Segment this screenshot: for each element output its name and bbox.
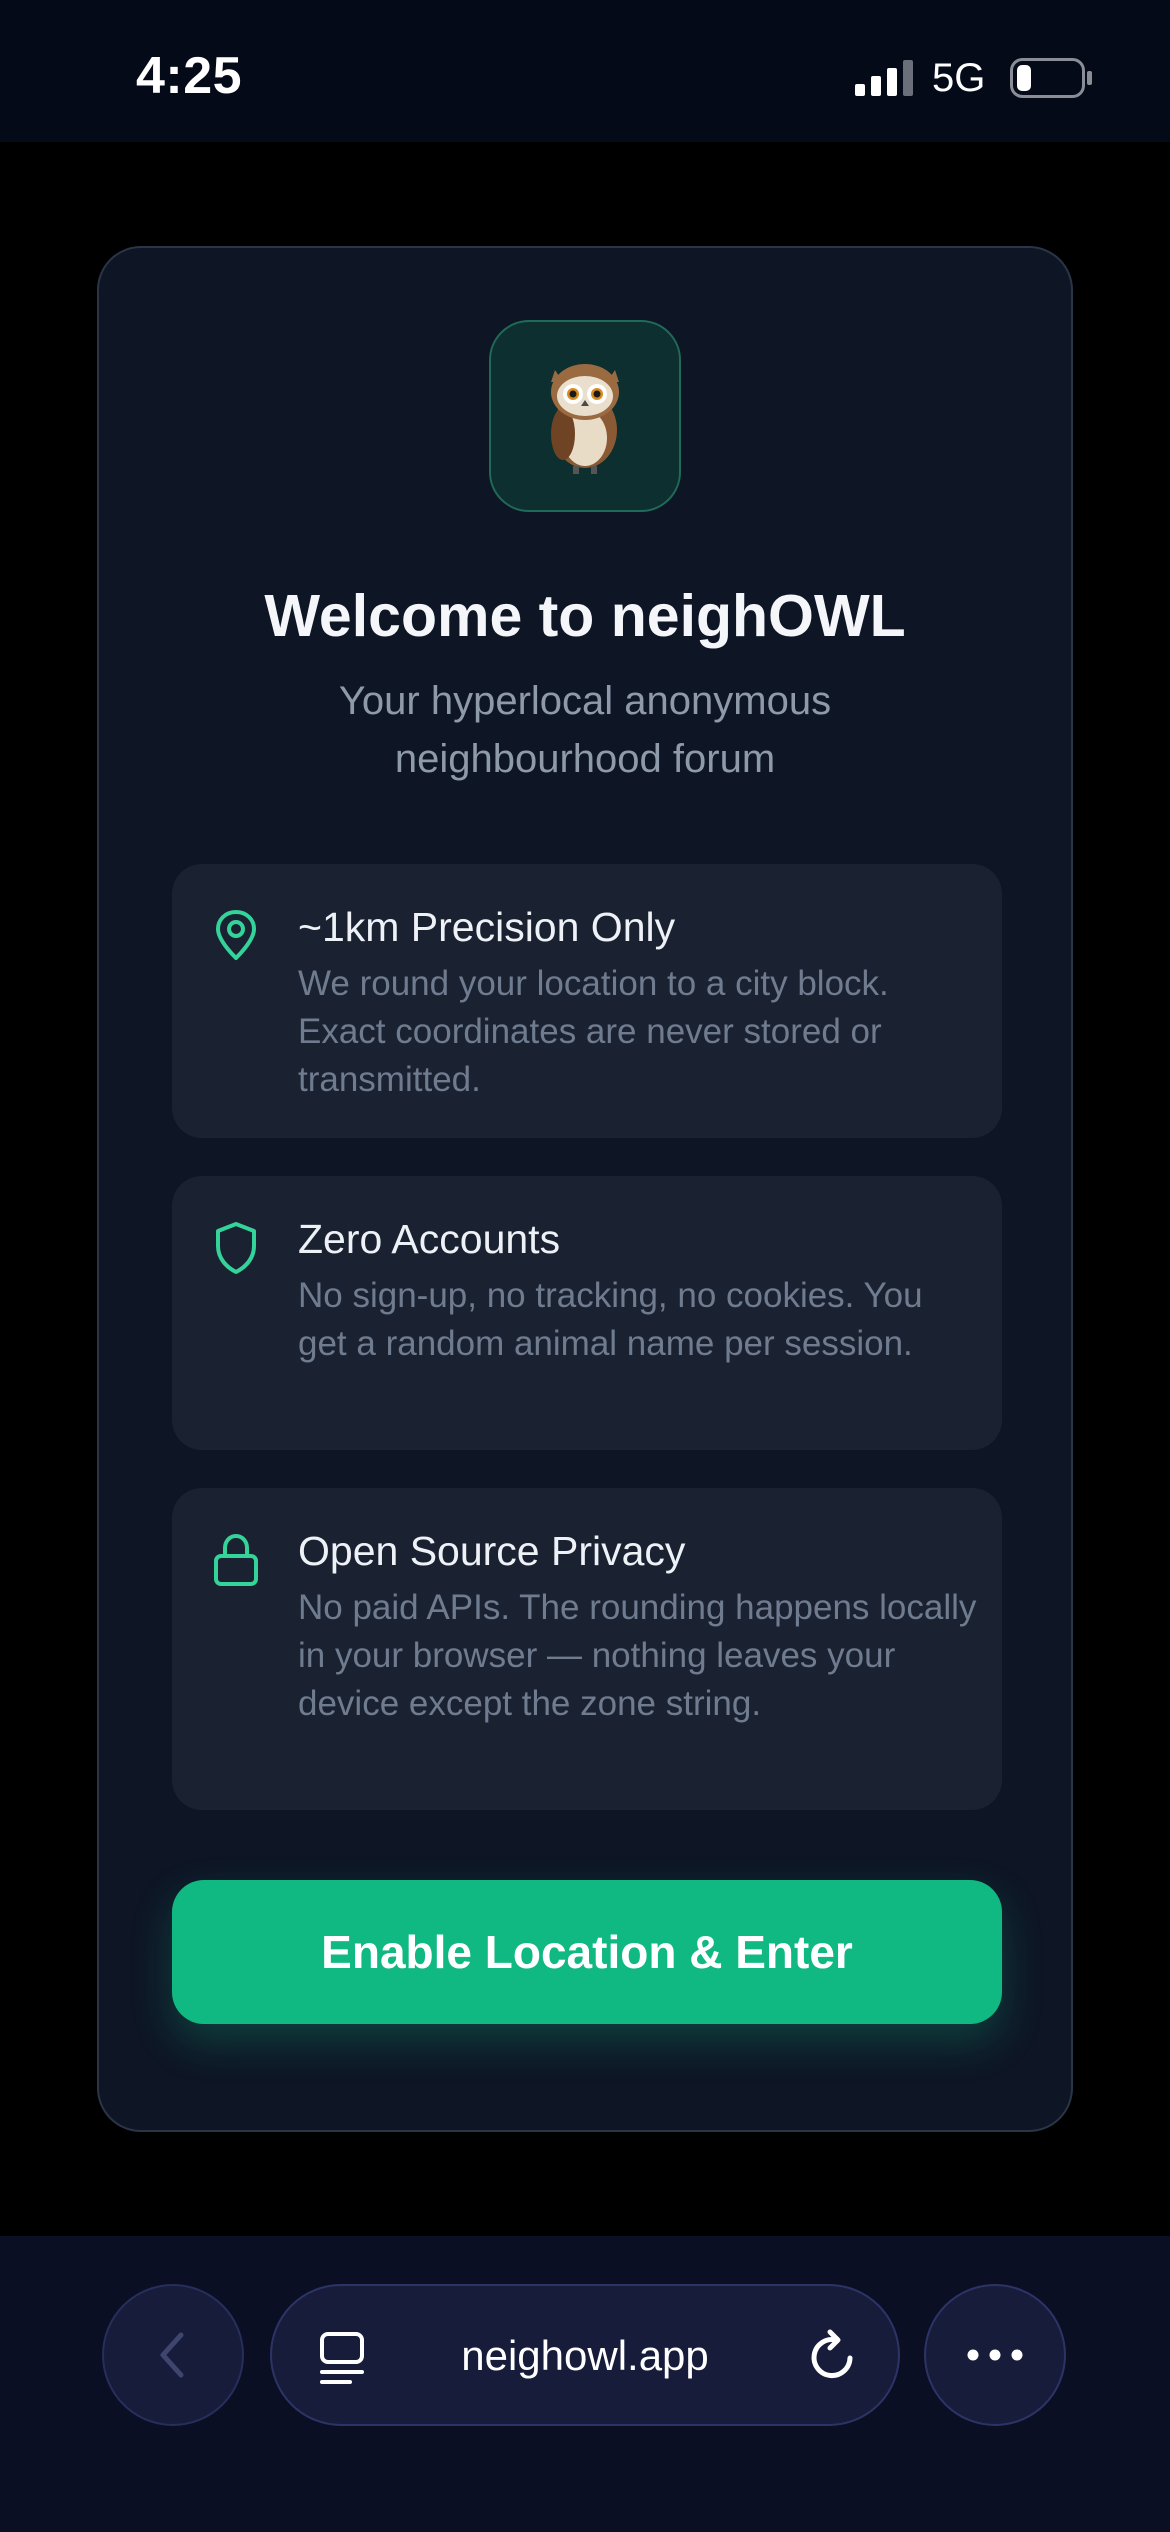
map-pin-icon [216,910,256,960]
feature-title: ~1km Precision Only [298,904,676,950]
feature-description: No paid APIs. The rounding happens local… [298,1588,977,1723]
more-options-button[interactable] [924,2284,1066,2426]
chevron-left-icon [160,2332,184,2378]
feature-title: Open Source Privacy [298,1528,686,1574]
welcome-subtitle: Your hyperlocal anonymous neighbourhood … [338,679,832,781]
feature-zero-accounts: Zero Accounts No sign-up, no tracking, n… [172,1176,1002,1450]
cellular-signal-icon [855,60,913,96]
back-button[interactable] [102,2284,244,2426]
feature-description: We round your location to a city block. … [298,964,889,1099]
more-dots-icon [967,2349,1023,2361]
url-text[interactable]: neighowl.app [272,2332,898,2380]
lock-icon [214,1533,258,1586]
welcome-title: Welcome to neighOWL [264,583,906,649]
network-type: 5G [932,56,986,100]
feature-open-source: Open Source Privacy No paid APIs. The ro… [172,1488,1002,1810]
shield-icon [216,1222,256,1274]
welcome-card: Welcome to neighOWL Your hyperlocal anon… [97,246,1073,2132]
owl-icon [551,364,619,474]
status-bar: 4:25 5G [0,0,1170,142]
status-time: 4:25 [136,47,243,105]
app-logo [489,320,681,512]
browser-toolbar: neighowl.app [0,2236,1170,2532]
enable-location-button[interactable]: Enable Location & Enter [172,1880,1002,2024]
feature-title: Zero Accounts [298,1216,561,1262]
battery-low-icon [1010,58,1092,98]
page-content: Welcome to neighOWL Your hyperlocal anon… [0,142,1170,2236]
reload-icon[interactable] [806,2328,860,2386]
feature-precision: ~1km Precision Only We round your locati… [172,864,1002,1138]
address-bar[interactable]: neighowl.app [270,2284,900,2426]
feature-description: No sign-up, no tracking, no cookies. You… [298,1276,923,1363]
